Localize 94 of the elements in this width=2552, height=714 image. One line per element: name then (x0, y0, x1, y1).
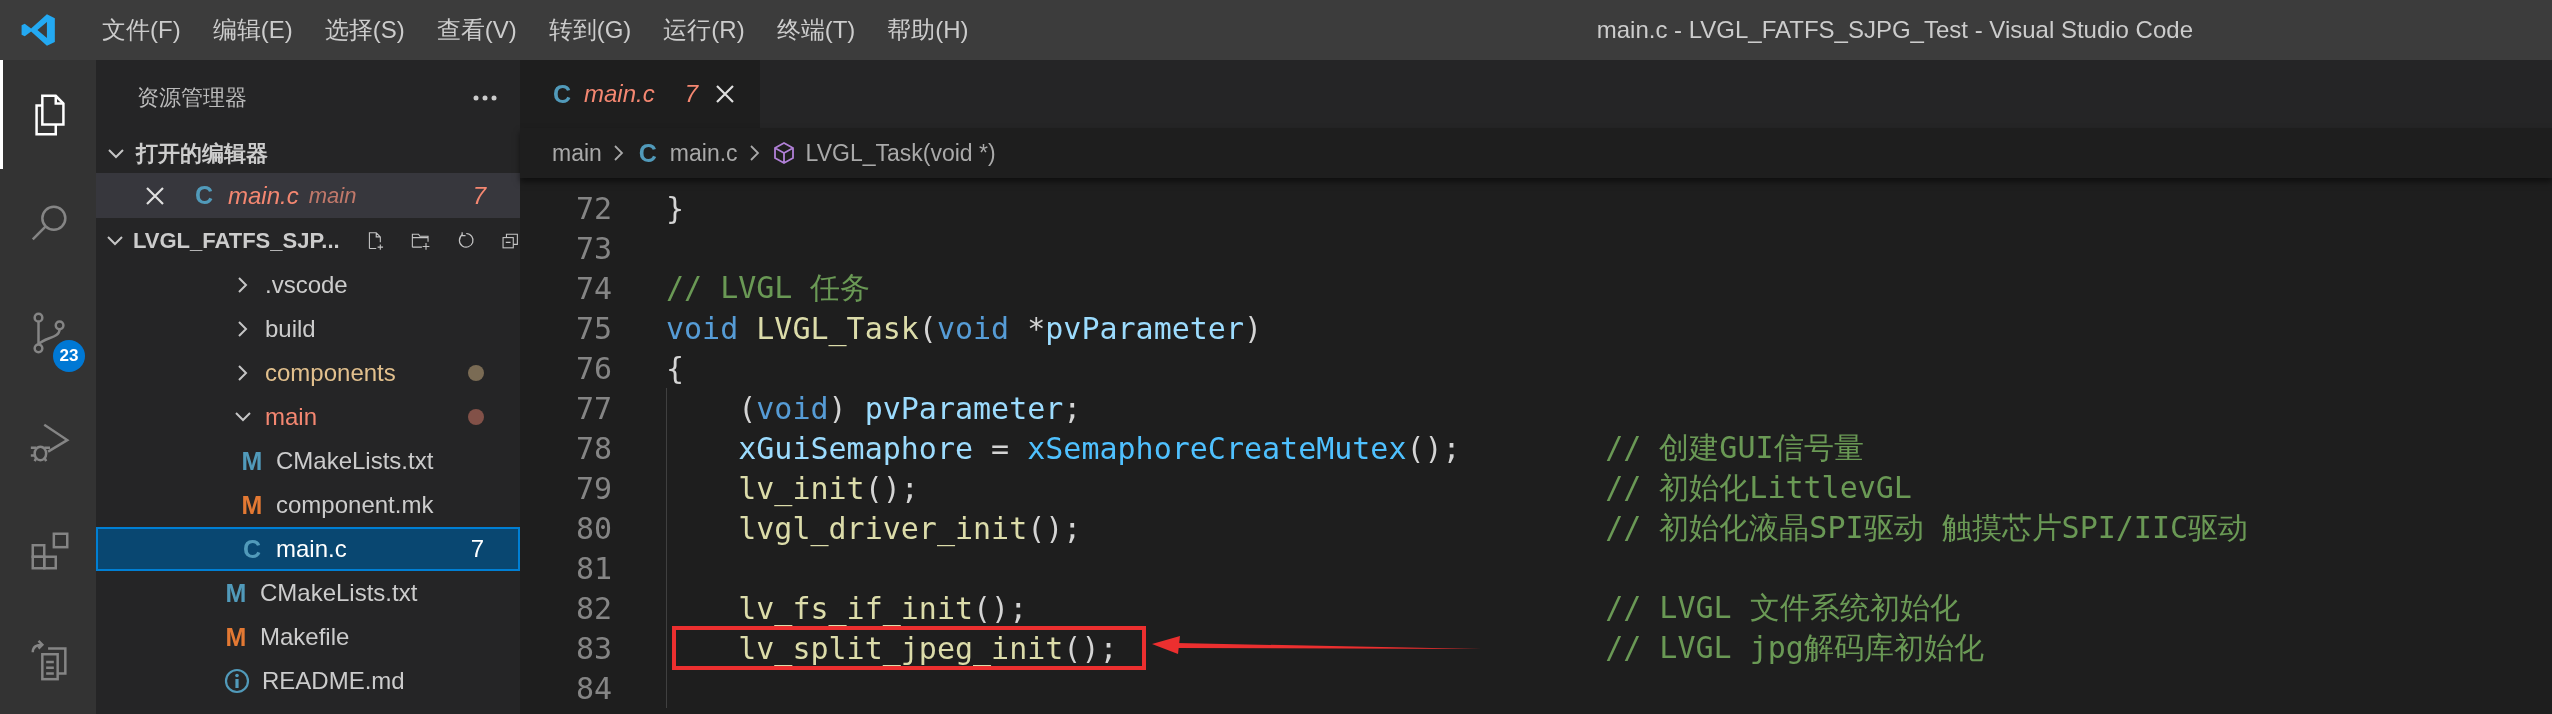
code-token: pvParameter (864, 390, 1064, 426)
editor-tab[interactable]: C main.c 7 (520, 60, 760, 128)
code-token: (); (1063, 630, 1118, 666)
line-number: 79 (574, 470, 612, 506)
code-comment: // 创建GUI信号量 (1605, 428, 1864, 467)
cube-icon (771, 141, 796, 165)
code-comment: // LVGL 文件系统初始化 (1605, 588, 1960, 627)
code-token: lv_split_jpeg_init (738, 630, 1064, 666)
code-comment: // 初始化液晶SPI驱动 触摸芯片SPI/IIC驱动 (1605, 508, 2249, 547)
code-token: void (756, 390, 829, 426)
menu-item[interactable]: 终端(T) (760, 10, 872, 50)
file-type-icon: M (240, 490, 264, 520)
line-number: 76 (574, 350, 612, 386)
file-item[interactable]: M Makefile (96, 615, 520, 659)
line-number: 84 (574, 670, 612, 706)
code-token: void (936, 310, 1010, 346)
problem-count: 7 (470, 535, 484, 563)
more-icon[interactable] (472, 93, 498, 102)
code-comment: // 初始化LittlevGL (1605, 468, 1912, 507)
file-item[interactable]: M CMakeLists.txt (96, 439, 520, 483)
code-token: { (666, 350, 685, 386)
code-token: void (666, 310, 739, 346)
file-type-icon: C (240, 534, 264, 564)
line-number: 78 (574, 430, 612, 466)
breadcrumb-item[interactable]: LVGL_Task(void *) (805, 139, 996, 167)
app-logo (20, 11, 58, 49)
line-number: 72 (574, 190, 612, 226)
file-type-icon: C (192, 181, 216, 210)
code-token: ( (738, 390, 757, 426)
code-token: ; (1063, 390, 1082, 426)
line-number: 74 (574, 270, 612, 306)
menu-item[interactable]: 查看(V) (420, 10, 533, 50)
panel-title: 资源管理器 (137, 83, 247, 112)
close-icon[interactable] (714, 83, 737, 105)
code-token: ) (828, 390, 847, 426)
code-token: // LVGL 任务 (666, 269, 871, 305)
folder-item[interactable]: .vscode (96, 263, 520, 307)
file-item[interactable]: M CMakeLists.txt (96, 571, 520, 615)
code-token: lv_init (738, 470, 865, 506)
code-token: lvgl_driver_init (738, 510, 1028, 546)
code-token: ( (918, 310, 937, 346)
line-number: 83 (574, 630, 612, 666)
file-item[interactable]: C main.c 7 (96, 527, 520, 571)
file-type-icon: M (224, 622, 248, 652)
section-title[interactable]: LVGL_FATFS_SJP... (133, 227, 340, 254)
line-number: 73 (574, 230, 612, 266)
file-type-icon: C (550, 79, 574, 109)
section-title[interactable]: 打开的编辑器 (136, 139, 268, 169)
breadcrumb-item[interactable]: main.c (669, 139, 738, 167)
code-token: ) (1243, 310, 1263, 346)
code-token: LVGL_Task (756, 310, 919, 346)
breadcrumb-item[interactable]: main (552, 139, 602, 167)
info-icon (224, 668, 250, 694)
status-dot (468, 409, 484, 425)
code-token: (); (1027, 510, 1082, 546)
code-comment: // LVGL jpg解码库初始化 (1605, 628, 1984, 667)
window-title: main.c - LVGL_FATFS_SJPG_Test - Visual Studio Code (1596, 16, 2193, 44)
code-token: (); (973, 590, 1028, 626)
file-item[interactable]: README.md (96, 659, 520, 703)
chevron-icon (747, 144, 762, 162)
code-token: pvParameter (1045, 310, 1244, 346)
problem-count: 7 (684, 80, 699, 108)
folder-item[interactable]: components (96, 351, 520, 395)
close-icon[interactable] (144, 184, 166, 207)
code-token: lv_fs_if_init (738, 590, 974, 626)
line-number: 81 (574, 550, 612, 586)
folder-item[interactable]: main (96, 395, 520, 439)
code-token: * (1027, 310, 1046, 346)
menu-item[interactable]: 编辑(E) (196, 10, 309, 50)
problem-count: 7 (472, 181, 486, 210)
code-token: (); (1406, 430, 1461, 466)
menu-item[interactable]: 运行(R) (647, 10, 761, 50)
code-token: (); (864, 470, 919, 506)
status-dot (468, 365, 484, 381)
chevron-icon (611, 144, 626, 162)
line-number: 77 (574, 390, 612, 426)
count-badge: 23 (53, 340, 85, 372)
file-type-icon: M (240, 446, 264, 476)
code-token: } (666, 190, 685, 226)
file-type-icon: C (635, 138, 660, 168)
code-token: = (991, 430, 1010, 466)
line-number: 75 (574, 310, 612, 346)
menu-item[interactable]: 帮助(H) (871, 10, 985, 50)
folder-item[interactable]: build (96, 307, 520, 351)
line-number: 82 (574, 590, 612, 626)
menu-item[interactable]: 文件(F) (86, 10, 197, 50)
code-token: xGuiSemaphore (738, 430, 974, 466)
code-token: xSemaphoreCreateMutex (1027, 430, 1407, 466)
line-number: 80 (574, 510, 612, 546)
menu-item[interactable]: 转到(G) (532, 10, 648, 50)
file-type-icon: M (224, 578, 248, 608)
file-item[interactable]: M component.mk (96, 483, 520, 527)
open-editor-item[interactable]: C main.c main 7 (96, 173, 520, 218)
menu-item[interactable]: 选择(S) (308, 10, 421, 50)
